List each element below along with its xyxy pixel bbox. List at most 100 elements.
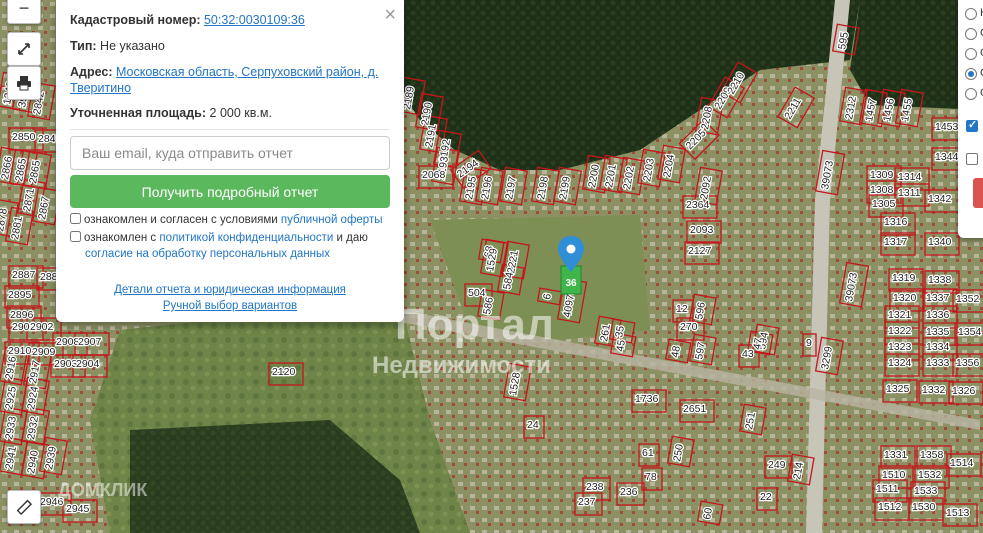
parcel-number-label: 1510: [882, 469, 906, 481]
parcel-number-label: 1305: [872, 198, 896, 210]
parcel-number-label: 2127: [688, 245, 712, 257]
parcel-number-label: 1314: [898, 171, 922, 183]
area-label: Уточненная площадь:: [70, 106, 207, 120]
parcel-number-label: 2903: [54, 358, 78, 370]
red-action-button[interactable]: [973, 178, 983, 208]
parcel-number-label: 1308: [870, 184, 894, 196]
parcel-number-label: 1356: [956, 357, 980, 369]
watermark-main: Портал: [395, 300, 554, 349]
layer-radio[interactable]: [965, 88, 977, 100]
layer-radio[interactable]: [965, 28, 977, 40]
ruler-button[interactable]: [7, 490, 41, 524]
layer-checkbox-checked[interactable]: [966, 118, 978, 132]
parcel-number-label: 2850: [12, 131, 36, 143]
parcel-number-label: 1334: [926, 341, 950, 353]
parcel-number-label: 1352: [956, 293, 980, 305]
privacy-text: ознакомлен с: [84, 232, 157, 244]
parcel-number-label: 2887: [12, 269, 36, 281]
print-button[interactable]: [7, 66, 41, 100]
get-report-button[interactable]: Получить подробный отчет: [70, 175, 390, 208]
parcel-number-label: 43: [742, 348, 754, 360]
expand-icon: [18, 43, 30, 55]
parcel-number-label: 270: [680, 321, 698, 333]
offer-checkbox[interactable]: [70, 213, 81, 224]
parcel-number-label: 1316: [884, 216, 908, 228]
parcel-number-label: 1311: [898, 187, 921, 199]
layer-radio[interactable]: [965, 48, 977, 60]
layer-checkbox-unchecked[interactable]: [966, 153, 978, 165]
parcel-number-label: 1335: [926, 326, 950, 338]
privacy-link[interactable]: политикой конфиденциальности: [159, 232, 333, 244]
parcel-number-label: 2904: [76, 358, 100, 370]
parcel-number-label: 1453: [935, 121, 959, 133]
parcel-number-label: 35: [613, 325, 627, 339]
parcel-number-label: 2945: [66, 503, 90, 515]
parcel-number-label: 22: [760, 491, 772, 503]
privacy-consent: ознакомлен с политикой конфиденциальност…: [70, 230, 394, 262]
zoom-out-button[interactable]: −: [7, 0, 41, 24]
parcel-number-label: 249: [768, 459, 786, 471]
watermark-domclick: ДОМКЛИК: [58, 480, 148, 500]
cadastral-link[interactable]: 50:32:0030109:36: [204, 13, 305, 27]
email-input[interactable]: [70, 136, 390, 170]
ruler-icon: [16, 499, 32, 515]
parcel-number-label: 1323: [888, 341, 912, 353]
parcel-number-label: 1514: [950, 457, 974, 469]
parcel-number-label: 61: [642, 447, 654, 459]
offer-consent: ознакомлен и согласен с условиями публич…: [70, 212, 394, 228]
parcel-number-label: 1332: [922, 384, 946, 396]
fullscreen-button[interactable]: [7, 32, 41, 66]
parcel-number-label: 1736: [635, 393, 659, 405]
parcel-number-label: 2068: [422, 169, 446, 181]
parcel-number-label: 2895: [8, 289, 32, 301]
layer-radio[interactable]: [965, 68, 977, 80]
details-link[interactable]: Детали отчета и юридическая информация: [114, 284, 346, 296]
parcel-number-label: 1317: [884, 236, 908, 248]
marker-label: 36: [565, 278, 577, 289]
parcel-info-popup: × Кадастровый номер: 50:32:0030109:36 Ти…: [56, 0, 404, 322]
parcel-number-label: 1321: [888, 309, 912, 321]
personal-data-link[interactable]: согласие на обработку персональных данны…: [70, 248, 330, 260]
printer-icon: [17, 76, 31, 91]
parcel-number-label: 1354: [958, 326, 982, 338]
parcel-number-label: 1320: [893, 292, 917, 304]
parcel-number-label: 47: [751, 337, 765, 351]
cadastral-label: Кадастровый номер:: [70, 13, 201, 27]
type-value: Не указано: [100, 39, 165, 53]
parcel-number-label: 1319: [892, 272, 916, 284]
parcel-number-label: 1532: [918, 469, 942, 481]
minus-icon: −: [18, 0, 30, 18]
parcel-number-label: 1331: [884, 449, 908, 461]
parcel-number-label: 45: [614, 339, 628, 353]
parcel-number-label: 1530: [912, 501, 936, 513]
manual-link[interactable]: Ручной выбор вариантов: [163, 300, 297, 312]
address-link[interactable]: Московская область, Серпуховский район, …: [70, 65, 378, 95]
parcel-number-label: 1533: [914, 485, 938, 497]
privacy-checkbox[interactable]: [70, 231, 81, 242]
type-label: Тип:: [70, 39, 97, 53]
parcel-number-label: 12: [676, 303, 688, 315]
parcel-number-label: 1336: [926, 309, 950, 321]
parcel-number-label: 1326: [952, 385, 976, 397]
layer-radio[interactable]: [965, 8, 977, 20]
parcel-number-label: 1309: [870, 169, 894, 181]
parcel-number-label: 1325: [886, 383, 910, 395]
parcel-number-label: 1322: [888, 325, 912, 337]
area-value: 2 000 кв.м.: [209, 106, 272, 120]
offer-link[interactable]: публичной оферты: [281, 214, 383, 226]
parcel-number-label: 1337: [926, 292, 950, 304]
parcel-number-label: 1344: [935, 151, 959, 163]
parcel-number-label: 1338: [928, 274, 952, 286]
parcel-number-label: 2909: [32, 346, 56, 358]
parcel-number-label: 2120: [272, 366, 296, 378]
parcel-number-label: 1324: [888, 357, 912, 369]
parcel-number-label: 9: [806, 337, 812, 349]
parcel-number-label: 1513: [946, 507, 970, 519]
parcel-number-label: 2902: [30, 321, 54, 333]
parcel-number-label: 236: [620, 486, 638, 498]
parcel-number-label: 1342: [928, 193, 952, 205]
divider: [70, 129, 390, 130]
parcel-number-label: 1340: [928, 236, 952, 248]
watermark-sub: Недвижимости: [372, 352, 551, 379]
parcel-number-label: 60: [701, 507, 715, 521]
